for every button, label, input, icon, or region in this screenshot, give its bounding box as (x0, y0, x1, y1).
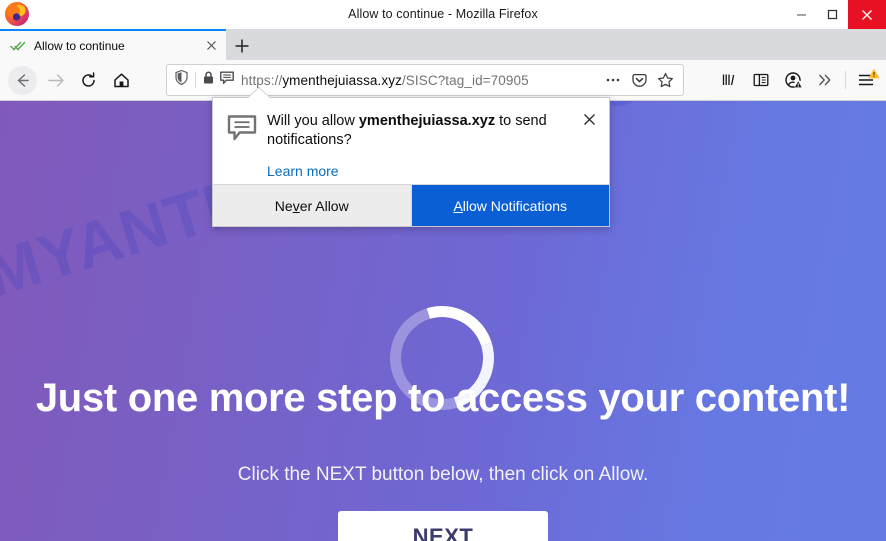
url-scheme: https:// (241, 72, 283, 88)
url-identity-box[interactable] (173, 69, 235, 91)
firefox-logo-icon (5, 2, 29, 26)
back-arrow-icon[interactable] (6, 65, 39, 95)
minimize-icon[interactable] (786, 0, 817, 29)
shield-icon[interactable] (173, 69, 190, 91)
library-icon[interactable] (713, 65, 745, 95)
window-title: Allow to continue - Mozilla Firefox (348, 7, 538, 21)
tab-strip: Allow to continue (0, 29, 886, 60)
browser-window: Allow to continue - Mozilla Firefox Allo… (0, 0, 886, 541)
warning-triangle-icon (868, 66, 880, 84)
url-path: /SISC?tag_id=70905 (401, 72, 529, 88)
close-icon[interactable] (579, 109, 599, 129)
window-controls (786, 0, 886, 29)
tab-close-icon[interactable] (202, 37, 220, 55)
next-button[interactable]: NEXT (338, 511, 548, 541)
new-tab-plus-icon[interactable] (230, 34, 254, 58)
allow-accesskey: A (453, 197, 463, 214)
learn-more-link[interactable]: Learn more (267, 163, 339, 179)
notification-permission-popup: Will you allow ymenthejuiassa.xyz to sen… (212, 97, 610, 227)
page-headline: Just one more step to access your conten… (35, 376, 851, 420)
doorhanger-texts: Will you allow ymenthejuiassa.xyz to sen… (261, 112, 595, 181)
never-allow-after: er Allow (299, 197, 349, 214)
identity-divider (195, 72, 196, 88)
question-host: ymenthejuiassa.xyz (358, 113, 496, 129)
padlock-icon[interactable] (201, 70, 216, 90)
allow-after: llow Notifications (462, 197, 568, 214)
doorhanger-question: Will you allow ymenthejuiassa.xyz to sen… (267, 112, 567, 150)
never-allow-accesskey: v (292, 197, 300, 214)
url-host: ymenthejuiassa.xyz (282, 72, 402, 88)
reload-icon[interactable] (72, 65, 105, 95)
account-warning-icon[interactable] (777, 65, 809, 95)
doorhanger-buttons: Ne v er Allow Allow Notifications (213, 184, 609, 226)
pocket-icon[interactable] (626, 67, 652, 93)
speech-bubble-icon (227, 112, 261, 181)
page-subline: Click the NEXT button below, then click … (237, 464, 649, 485)
never-allow-before: Ne (274, 197, 293, 214)
maximize-icon[interactable] (817, 0, 848, 29)
double-check-icon (10, 38, 26, 54)
url-text[interactable]: https://ymenthejuiassa.xyz/SISC?tag_id=7… (241, 73, 600, 88)
toolbar-divider (845, 71, 846, 89)
overflow-chevrons-icon[interactable] (809, 65, 841, 95)
tab-allow-to-continue[interactable]: Allow to continue (0, 29, 226, 60)
never-allow-button[interactable]: Ne v er Allow (213, 185, 412, 226)
title-bar: Allow to continue - Mozilla Firefox (0, 0, 886, 29)
url-bar[interactable]: https://ymenthejuiassa.xyz/SISC?tag_id=7… (166, 64, 684, 96)
ellipsis-icon[interactable] (600, 67, 626, 93)
toolbar-right-icons (713, 64, 882, 96)
doorhanger-arrow (248, 88, 270, 98)
star-icon[interactable] (652, 67, 678, 93)
forward-arrow-icon (39, 65, 72, 95)
speech-bubble-icon[interactable] (219, 70, 235, 91)
question-prefix: Will you allow (267, 113, 359, 129)
sidebar-icon[interactable] (745, 65, 777, 95)
close-icon[interactable] (848, 0, 886, 29)
home-icon[interactable] (105, 65, 138, 95)
doorhanger-body: Will you allow ymenthejuiassa.xyz to sen… (213, 98, 609, 181)
tab-label: Allow to continue (34, 38, 125, 53)
allow-notifications-button[interactable]: Allow Notifications (411, 185, 609, 226)
hamburger-menu-icon[interactable] (850, 65, 882, 95)
